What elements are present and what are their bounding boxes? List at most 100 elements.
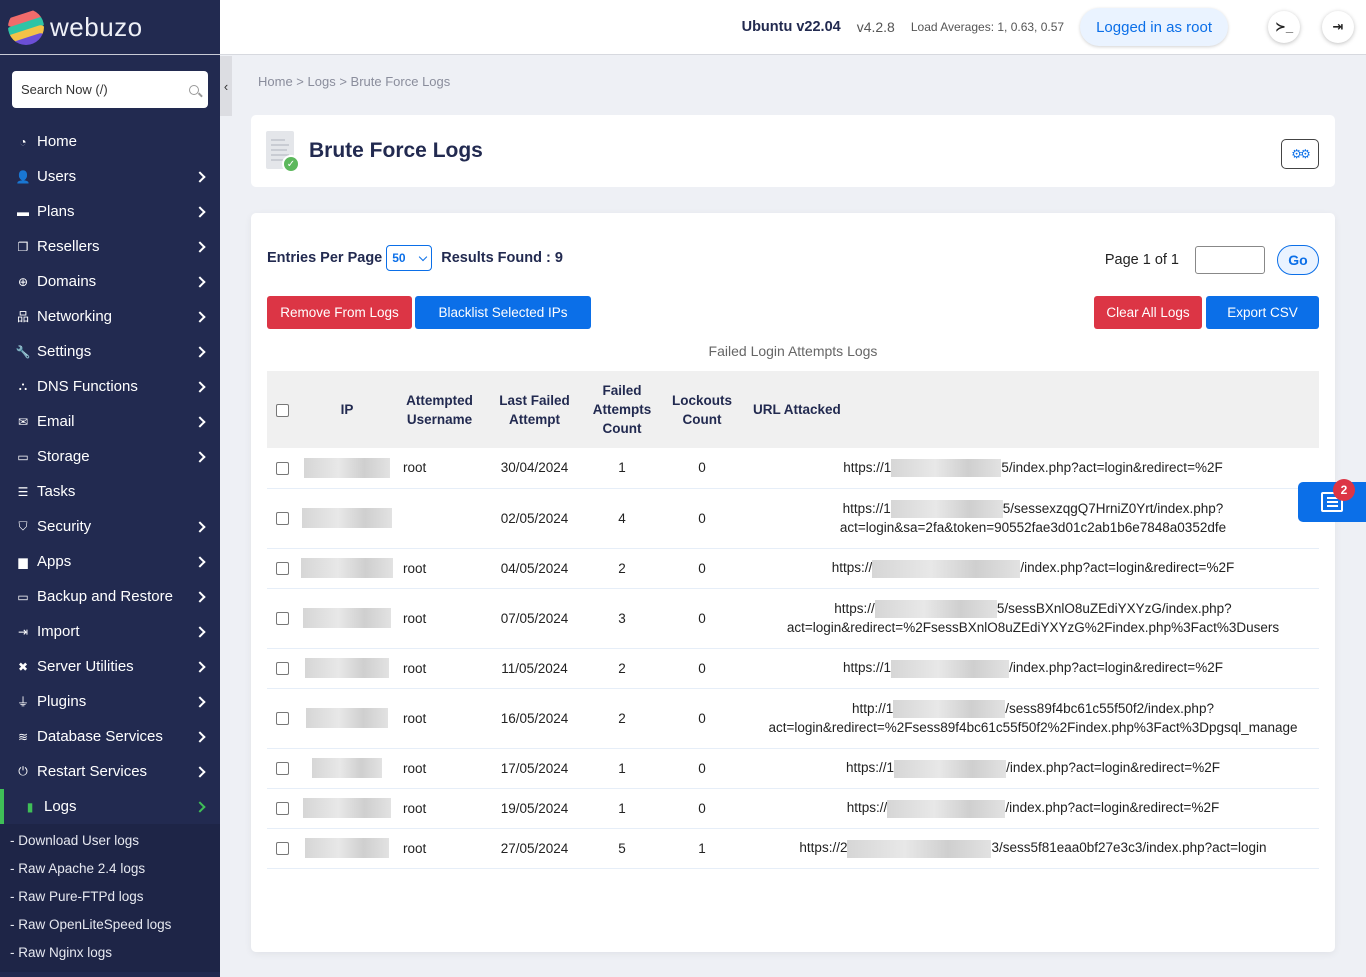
table-row[interactable]: root 30/04/2024 1 0 https://1 5/index.php?act… — [267, 448, 1319, 489]
table-row[interactable]: root 11/05/2024 2 0 https://1/index.php?act=… — [267, 648, 1319, 689]
search-input[interactable] — [21, 82, 171, 97]
table-row[interactable]: root 27/05/2024 5 1 https://2 3/sess5f81eaa0b… — [267, 828, 1319, 869]
row-checkbox[interactable] — [275, 462, 289, 476]
sidebar-item-users[interactable]: 👤 Users — [0, 159, 220, 194]
page-header-card: ✓ Brute Force Logs ⚙⚙ — [251, 115, 1335, 187]
last-failed-attempt: 19/05/2024 — [482, 788, 587, 829]
notification-badge: 2 — [1333, 479, 1355, 501]
breadcrumb-logs[interactable]: Logs — [308, 74, 336, 89]
table-row[interactable]: root 07/05/2024 3 0 https:// 5/sessBXnlO8uZEd… — [267, 588, 1319, 649]
sidebar-item-label: Security — [37, 518, 92, 535]
row-checkbox[interactable] — [275, 762, 289, 776]
sidebar-item-label: Settings — [37, 343, 92, 360]
row-checkbox[interactable] — [275, 802, 289, 816]
brand-logo[interactable]: webuzo — [0, 0, 220, 55]
url-query: act=login&redirect=%2FsessBXnlO8uZEdiYXY… — [786, 620, 1280, 636]
sidebar-item-restart-services[interactable]: ⏻ Restart Services — [0, 754, 220, 789]
row-checkbox[interactable] — [275, 512, 289, 526]
blacklist-selected-ips-button[interactable]: Blacklist Selected IPs — [415, 296, 591, 329]
search-icon[interactable] — [189, 84, 199, 95]
url-path: /index.php?act=login&redirect=%2F — [1020, 560, 1235, 576]
column-header-username[interactable]: Attempted Username — [397, 371, 482, 448]
host-redacted — [847, 839, 992, 858]
page-number-input[interactable] — [1195, 246, 1265, 274]
sidebar-collapse-toggle[interactable]: ‹ — [220, 56, 232, 116]
logout-button[interactable]: ⇥ — [1322, 11, 1354, 43]
book-icon: ▬ — [17, 204, 29, 219]
row-checkbox[interactable] — [275, 562, 289, 576]
row-checkbox[interactable] — [275, 612, 289, 626]
row-checkbox[interactable] — [275, 842, 289, 856]
breadcrumb-home[interactable]: Home — [258, 74, 293, 89]
terminal-button[interactable]: ≻_ — [1268, 11, 1300, 43]
page-indicator: Page 1 of 1 — [1104, 252, 1179, 268]
column-header-last-attempt[interactable]: Last Failed Attempt — [482, 371, 587, 448]
clear-all-logs-button[interactable]: Clear All Logs — [1094, 296, 1202, 329]
chevron-right-icon — [194, 730, 206, 743]
sidebar-item-plugins[interactable]: ⏚ Plugins — [0, 684, 220, 719]
url-path: /sess89f4bc61c55f50f2/index.php? — [1005, 700, 1214, 716]
sidebar-item-label: Backup and Restore — [37, 588, 173, 605]
export-csv-button[interactable]: Export CSV — [1206, 296, 1319, 329]
sidebar-item-tasks[interactable]: ☰ Tasks — [0, 474, 220, 509]
select-all-checkbox[interactable] — [275, 403, 289, 417]
remove-from-logs-button[interactable]: Remove From Logs — [267, 296, 412, 329]
last-failed-attempt: 16/05/2024 — [482, 688, 587, 749]
chevron-right-icon — [194, 380, 206, 393]
table-row[interactable]: root 04/05/2024 2 0 https:// /index.php?act=l… — [267, 548, 1319, 589]
sidebar-item-label: Plans — [37, 203, 75, 220]
row-checkbox[interactable] — [275, 712, 289, 726]
sidebar-item-apps[interactable]: ▆ Apps — [0, 544, 220, 579]
lockouts-count: 0 — [657, 688, 747, 749]
entries-per-page-select[interactable]: 50 — [386, 245, 433, 271]
logs-submenu-item[interactable]: - Raw Apache 2.4 logs — [0, 854, 220, 882]
sidebar-item-backup-and-restore[interactable]: ▭ Backup and Restore — [0, 579, 220, 614]
url-attacked: https://2 3/sess5f81eaa0bf27e3c3/index.ph… — [747, 828, 1319, 869]
sidebar-item-plans[interactable]: ▬ Plans — [0, 194, 220, 229]
table-row[interactable]: root 17/05/2024 1 0 https://1/index.php?act=… — [267, 748, 1319, 789]
host-redacted — [872, 559, 1021, 578]
lockouts-count: 0 — [657, 748, 747, 789]
sidebar: webuzo ◔ Home 👤 Users ▬ Plans ❐ Resellers ⊕ Domai… — [0, 0, 220, 977]
logs-submenu-item[interactable]: - Raw Nginx logs — [0, 938, 220, 966]
logs-submenu-item[interactable]: - Download User logs — [0, 826, 220, 854]
column-header-url[interactable]: URL Attacked — [747, 371, 1319, 448]
settings-button[interactable]: ⚙⚙ — [1281, 139, 1319, 169]
sidebar-item-label: Tasks — [37, 483, 76, 500]
sidebar-item-database-services[interactable]: ≋ Database Services — [0, 719, 220, 754]
sidebar-item-import[interactable]: ⇥ Import — [0, 614, 220, 649]
sidebar-item-networking[interactable]: 品 Networking — [0, 299, 220, 334]
sidebar-item-label: Networking — [37, 308, 113, 325]
sidebar-item-security[interactable]: ⛉ Security — [0, 509, 220, 544]
logs-submenu-item[interactable]: - Raw Pure-FTPd logs — [0, 882, 220, 910]
column-header-failed-count[interactable]: Failed Attempts Count — [587, 371, 657, 448]
sidebar-item-server-utilities[interactable]: ✖ Server Utilities — [0, 649, 220, 684]
url-attacked: https:// /index.php?act=login&redirect=%2… — [747, 788, 1319, 829]
sidebar-item-resellers[interactable]: ❐ Resellers — [0, 229, 220, 264]
logs-submenu-item[interactable]: - Raw OpenLiteSpeed logs — [0, 910, 220, 938]
attempted-username: root — [397, 688, 482, 749]
chevron-down-icon — [419, 252, 428, 261]
table-row[interactable]: root 19/05/2024 1 0 https:// /index.php?act=l… — [267, 788, 1319, 829]
sidebar-item-logs[interactable]: ▮ Logs — [0, 789, 220, 824]
row-checkbox[interactable] — [275, 662, 289, 676]
logged-in-button[interactable]: Logged in as root — [1080, 8, 1228, 46]
chevron-right-icon — [194, 765, 206, 778]
sidebar-item-email[interactable]: ✉ Email — [0, 404, 220, 439]
sidebar-item-storage[interactable]: ▭ Storage — [0, 439, 220, 474]
go-button[interactable]: Go — [1277, 245, 1319, 275]
column-header-ip[interactable]: IP — [297, 371, 397, 448]
sidebar-item-settings[interactable]: 🔧 Settings — [0, 334, 220, 369]
sidebar-item-domains[interactable]: ⊕ Domains — [0, 264, 220, 299]
table-row[interactable]: root 16/05/2024 2 0 http://1/sess89f4bc61c55… — [267, 688, 1319, 749]
table-row[interactable]: 02/05/2024 4 0 https://1 5/sessexzqgQ7HrniZ0… — [267, 488, 1319, 549]
sidebar-item-label: Users — [37, 168, 77, 185]
page-title: Brute Force Logs — [309, 139, 483, 162]
sidebar-item-dns-functions[interactable]: ⛬ DNS Functions — [0, 369, 220, 404]
column-header-lockouts[interactable]: Lockouts Count — [657, 371, 747, 448]
news-button[interactable] — [1298, 482, 1366, 522]
sidebar-item-home[interactable]: ◔ Home — [0, 124, 220, 159]
pagination: Page 1 of 1 Go — [1105, 245, 1319, 275]
sidebar-search[interactable] — [12, 71, 208, 108]
lockouts-count: 0 — [657, 788, 747, 829]
